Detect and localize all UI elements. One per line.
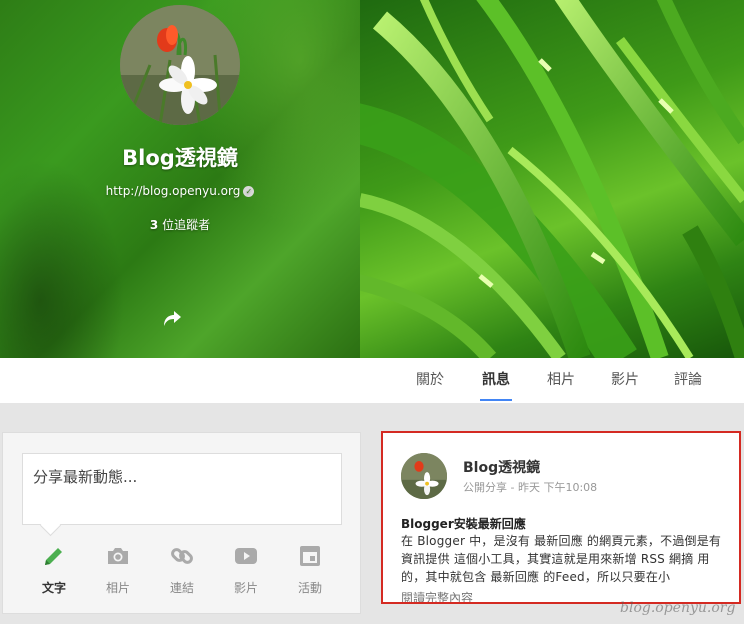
tab-posts[interactable]: 訊息 <box>480 358 512 403</box>
verified-check-icon: ✓ <box>243 186 255 197</box>
cover-left-panel: Blog透視鏡 http://blog.openyu.org ✓ 3 位追蹤者 <box>0 0 360 358</box>
post-meta-separator: - <box>507 481 518 494</box>
share-box: 分享最新動態... 文字 相片 連結 影片 活動 <box>2 432 361 614</box>
share-video-button[interactable]: 影片 <box>214 541 278 599</box>
post-body: 在 Blogger 中，是沒有 最新回應 的網頁元素，不過倒是有 資訊提供 這個… <box>401 534 722 584</box>
tab-about[interactable]: 關於 <box>413 358 447 403</box>
event-icon <box>300 546 320 566</box>
tab-photos[interactable]: 相片 <box>544 358 578 403</box>
pencil-icon <box>45 548 62 565</box>
share-video-label: 影片 <box>233 581 258 595</box>
share-arrow-icon[interactable] <box>160 308 182 328</box>
share-input[interactable]: 分享最新動態... <box>22 453 342 525</box>
camera-icon <box>108 548 128 564</box>
tab-reviews[interactable]: 評論 <box>671 358 705 403</box>
share-photo-button[interactable]: 相片 <box>86 541 150 599</box>
share-link-button[interactable]: 連結 <box>150 541 214 599</box>
profile-tabs: 關於 訊息 相片 影片 評論 <box>0 358 744 403</box>
profile-avatar[interactable] <box>120 5 240 125</box>
followers-label: 位追蹤者 <box>158 218 211 232</box>
share-photo-label: 相片 <box>105 581 130 595</box>
cover-banner: Blog透視鏡 http://blog.openyu.org ✓ 3 位追蹤者 <box>0 0 744 358</box>
share-placeholder: 分享最新動態... <box>33 468 138 486</box>
followers-number: 3 <box>149 218 159 232</box>
post-meta: 公開分享 - 昨天 下午10:08 <box>463 479 597 495</box>
video-play-icon <box>235 548 257 564</box>
post-visibility[interactable]: 公開分享 <box>463 481 507 494</box>
share-event-label: 活動 <box>297 581 322 595</box>
followers-count[interactable]: 3 位追蹤者 <box>0 216 360 233</box>
cover-photo-grass <box>360 0 744 358</box>
share-actions: 文字 相片 連結 影片 活動 <box>22 541 342 601</box>
share-text-label: 文字 <box>41 581 66 595</box>
post-author-avatar[interactable] <box>401 453 447 499</box>
share-event-button[interactable]: 活動 <box>278 541 342 599</box>
link-icon <box>171 548 193 564</box>
share-text-button[interactable]: 文字 <box>22 541 86 599</box>
profile-url-text[interactable]: http://blog.openyu.org <box>106 184 241 198</box>
share-link-label: 連結 <box>169 581 194 595</box>
tab-videos[interactable]: 影片 <box>608 358 642 403</box>
post-timestamp[interactable]: 昨天 下午10:08 <box>518 481 597 494</box>
read-more-link[interactable]: 閱讀完整內容 <box>401 589 473 602</box>
profile-url[interactable]: http://blog.openyu.org ✓ <box>0 184 360 198</box>
watermark: blog.openyu.org <box>620 600 736 616</box>
post-card: Blog透視鏡 公開分享 - 昨天 下午10:08 Blogger安裝最新回應 … <box>381 431 741 604</box>
post-title: Blogger安裝最新回應 <box>401 517 526 531</box>
post-author-name[interactable]: Blog透視鏡 <box>463 457 540 477</box>
profile-name: Blog透視鏡 <box>122 146 238 170</box>
